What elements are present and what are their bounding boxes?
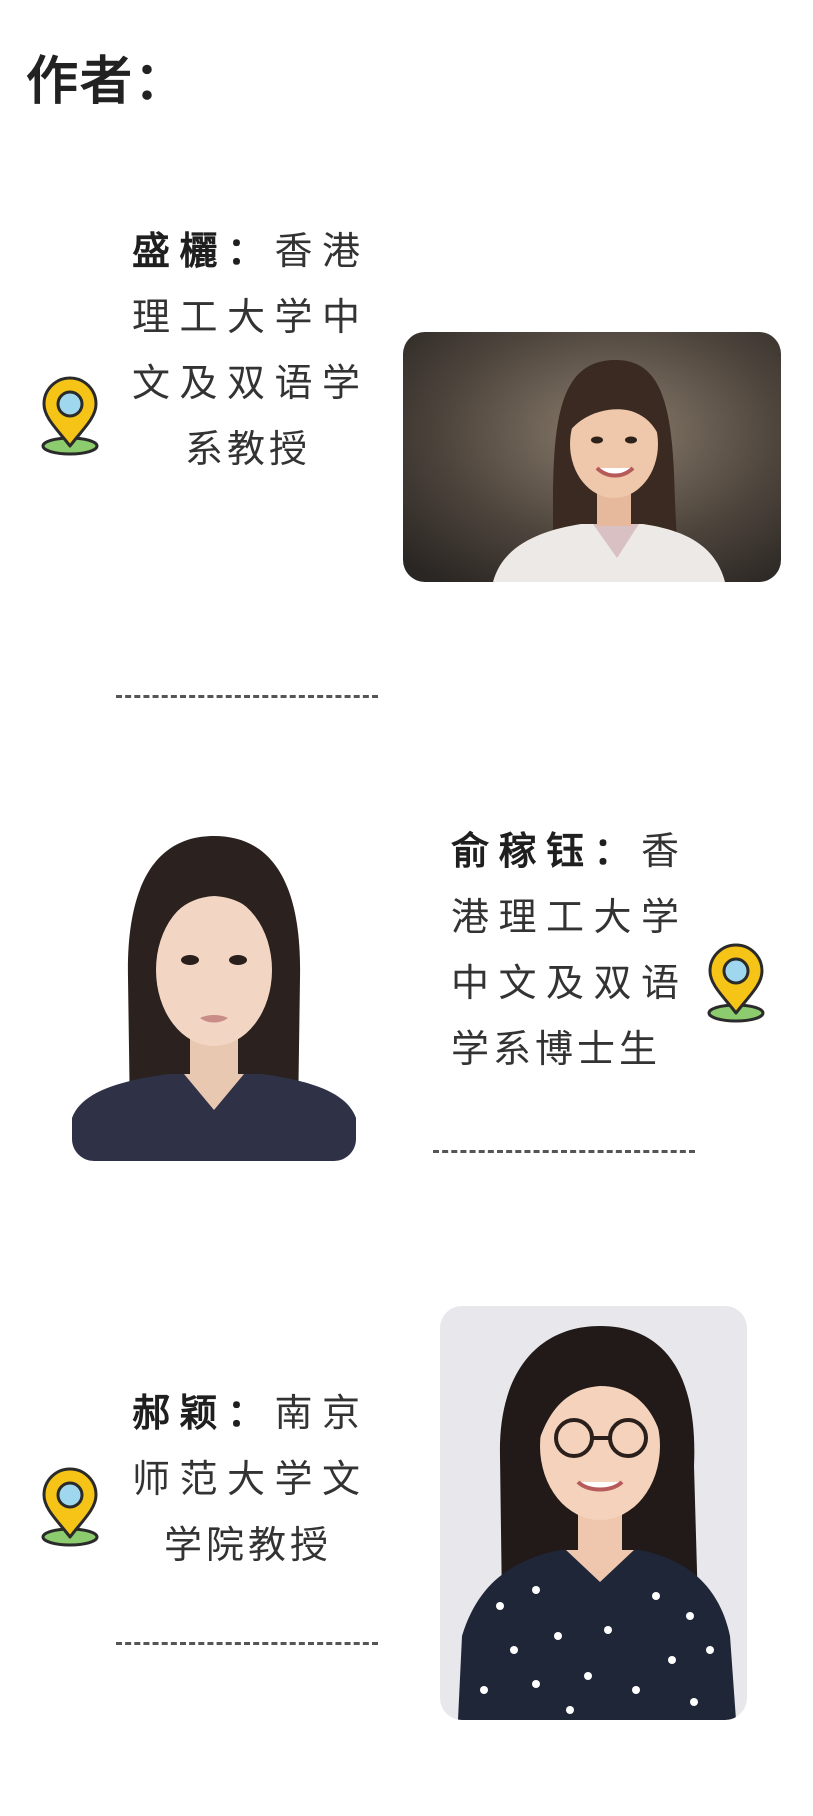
author-3-name: 郝颖： — [132, 1391, 275, 1435]
author-2-bio: 俞稼钰：香港理工大学中文及双语学系博士生 — [451, 818, 683, 1082]
author-3-bio: 郝颖：南京师范大学文学院教授 — [132, 1380, 364, 1578]
author-2-photo — [72, 818, 356, 1161]
dashed-divider — [116, 1642, 378, 1645]
dashed-divider — [116, 695, 378, 698]
page-title: 作者： — [26, 52, 189, 112]
author-3-photo — [440, 1306, 747, 1720]
location-pin-icon — [706, 943, 766, 1023]
author-1-bio: 盛欐：香港理工大学中文及双语学系教授 — [132, 218, 364, 482]
author-2-name: 俞稼钰： — [451, 829, 641, 873]
location-pin-icon — [40, 1467, 100, 1547]
dashed-divider — [433, 1150, 695, 1153]
author-1-photo — [403, 332, 781, 582]
location-pin-icon — [40, 376, 100, 456]
author-1-name: 盛欐： — [132, 229, 275, 273]
